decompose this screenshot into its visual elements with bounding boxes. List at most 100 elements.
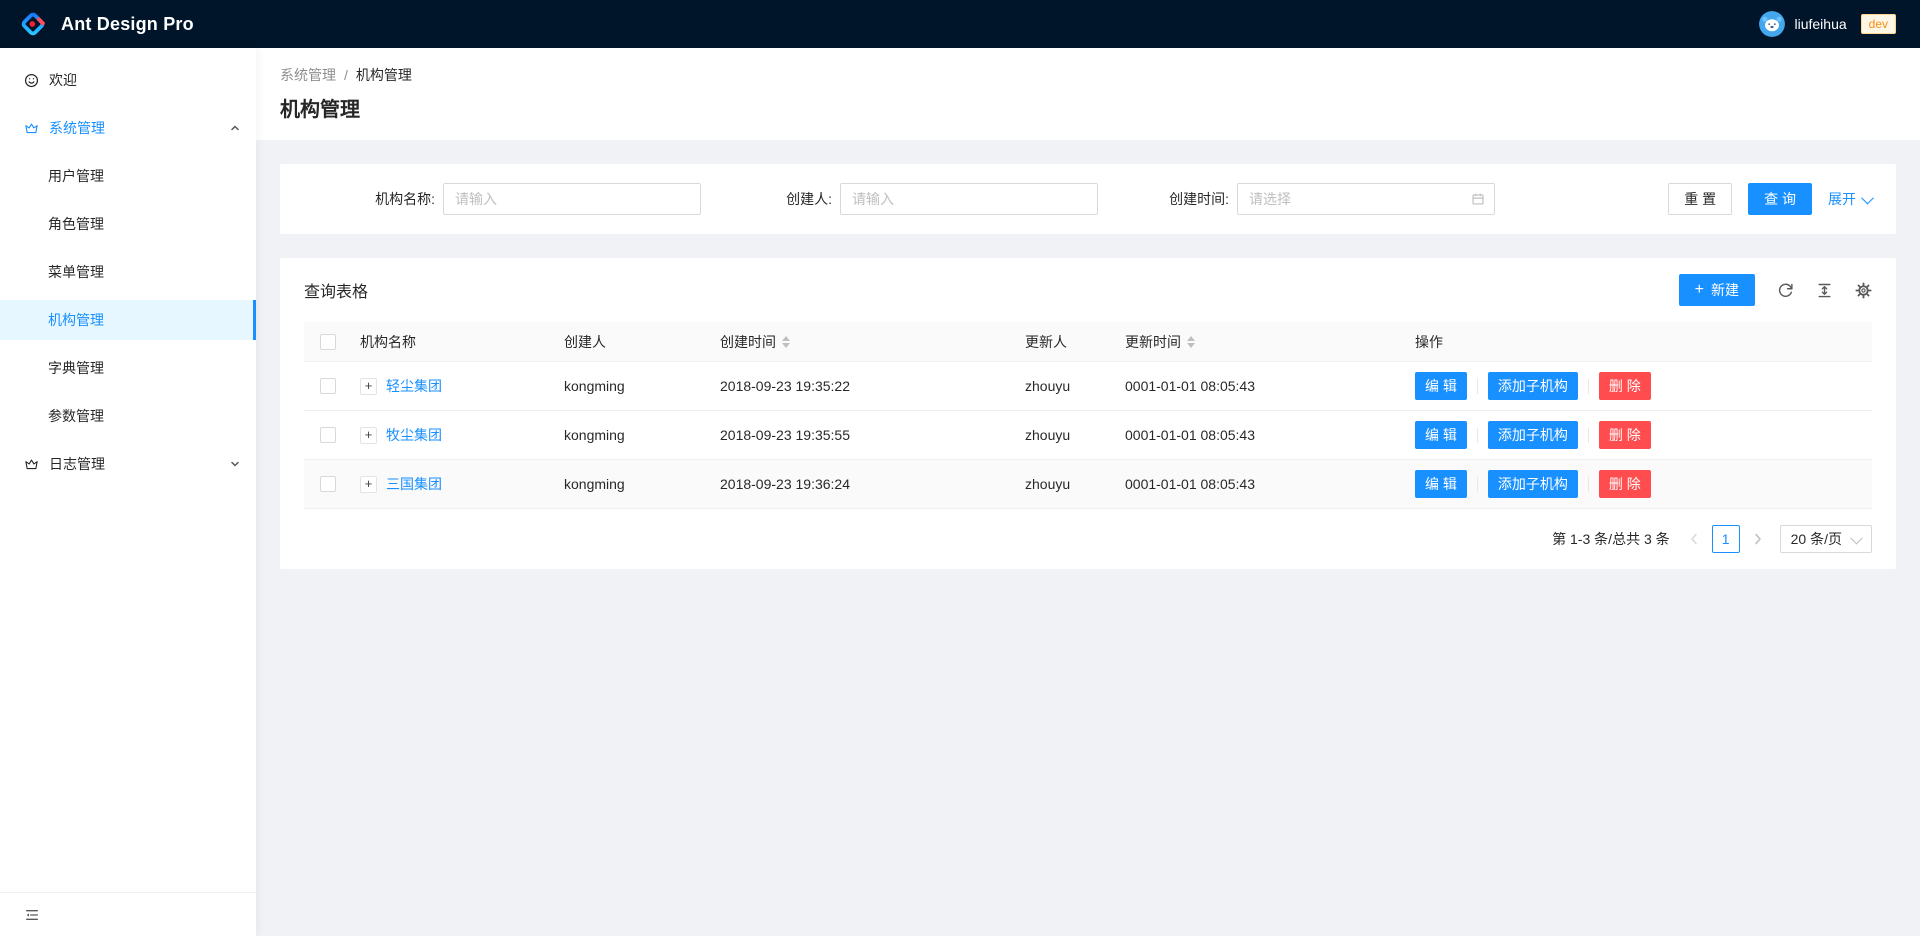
delete-button[interactable]: 删 除 bbox=[1599, 372, 1651, 400]
plus-icon: + bbox=[1695, 282, 1704, 298]
sidebar-collapse-trigger[interactable] bbox=[0, 892, 256, 936]
sidebar-item-dict-mgmt[interactable]: 字典管理 bbox=[0, 348, 256, 388]
pagination: 第 1-3 条/总共 3 条 1 20 条/页 bbox=[304, 525, 1872, 553]
sidebar-item-label: 欢迎 bbox=[49, 70, 77, 90]
add-child-org-button[interactable]: 添加子机构 bbox=[1488, 372, 1578, 400]
column-header-create-time: 创建时间 bbox=[712, 332, 1017, 352]
action-divider bbox=[1588, 379, 1589, 394]
search-form-card: 机构名称: 创建人: 创建时间: bbox=[280, 164, 1896, 234]
edit-button[interactable]: 编 辑 bbox=[1415, 470, 1467, 498]
action-cell: 编 辑 添加子机构 删 除 bbox=[1407, 421, 1872, 449]
select-all-checkbox[interactable] bbox=[320, 334, 336, 350]
create-time-label: 创建时间: bbox=[1169, 189, 1229, 209]
sidebar-item-menu-mgmt[interactable]: 菜单管理 bbox=[0, 252, 256, 292]
row-checkbox[interactable] bbox=[320, 427, 336, 443]
breadcrumb-item-system[interactable]: 系统管理 bbox=[280, 64, 336, 86]
sidebar-item-label: 字典管理 bbox=[48, 358, 104, 378]
org-name-input[interactable] bbox=[443, 183, 701, 215]
create-time-datepicker[interactable] bbox=[1237, 183, 1495, 215]
brand[interactable]: Ant Design Pro bbox=[18, 9, 194, 39]
new-button[interactable]: + 新建 bbox=[1679, 274, 1755, 306]
user-avatar[interactable] bbox=[1759, 11, 1785, 37]
delete-button[interactable]: 删 除 bbox=[1599, 421, 1651, 449]
add-child-org-button[interactable]: 添加子机构 bbox=[1488, 421, 1578, 449]
sidebar-item-role-mgmt[interactable]: 角色管理 bbox=[0, 204, 256, 244]
sidebar-item-org-mgmt[interactable]: 机构管理 bbox=[0, 300, 256, 340]
org-name-link[interactable]: 三国集团 bbox=[386, 474, 442, 494]
sidebar-item-param-mgmt[interactable]: 参数管理 bbox=[0, 396, 256, 436]
action-divider bbox=[1588, 428, 1589, 443]
sidebar-item-label: 角色管理 bbox=[48, 214, 104, 234]
action-divider bbox=[1477, 477, 1478, 492]
breadcrumb-item-current: 机构管理 bbox=[356, 64, 412, 86]
reset-button[interactable]: 重 置 bbox=[1668, 183, 1732, 215]
column-label: 创建时间 bbox=[720, 332, 776, 352]
form-item-org-name: 机构名称: bbox=[304, 183, 701, 215]
row-expand-button[interactable]: + bbox=[360, 378, 377, 395]
add-child-org-button[interactable]: 添加子机构 bbox=[1488, 470, 1578, 498]
reload-icon[interactable] bbox=[1777, 282, 1794, 299]
smile-icon bbox=[24, 73, 39, 88]
org-name-link[interactable]: 轻尘集团 bbox=[386, 376, 442, 396]
env-tag: dev bbox=[1861, 14, 1896, 34]
expand-label: 展开 bbox=[1828, 189, 1856, 209]
app-root: Ant Design Pro liufeihua dev bbox=[0, 0, 1920, 936]
form-item-create-time: 创建时间: bbox=[1098, 183, 1495, 215]
sidebar: 欢迎 系统管理 用户管理 角色管 bbox=[0, 48, 256, 936]
sort-control[interactable] bbox=[1187, 336, 1195, 348]
org-name-label: 机构名称: bbox=[375, 189, 435, 209]
edit-button[interactable]: 编 辑 bbox=[1415, 372, 1467, 400]
next-page-icon[interactable] bbox=[1744, 525, 1772, 553]
table-row: + 三国集团 kongming 2018-09-23 19:36:24 zhou… bbox=[304, 460, 1872, 509]
update-time-cell: 0001-01-01 08:05:43 bbox=[1117, 427, 1407, 443]
updater-cell: zhouyu bbox=[1017, 378, 1117, 394]
column-header-action: 操作 bbox=[1407, 332, 1872, 352]
creator-cell: kongming bbox=[556, 427, 712, 443]
edit-button[interactable]: 编 辑 bbox=[1415, 421, 1467, 449]
breadcrumb-separator: / bbox=[344, 64, 348, 86]
table-header-row: 机构名称 创建人 创建时间 更新人 更新时间 bbox=[304, 322, 1872, 362]
row-expand-button[interactable]: + bbox=[360, 427, 377, 444]
prev-page-icon[interactable] bbox=[1680, 525, 1708, 553]
page-header: 系统管理 / 机构管理 机构管理 bbox=[256, 48, 1920, 140]
action-cell: 编 辑 添加子机构 删 除 bbox=[1407, 470, 1872, 498]
org-name-link[interactable]: 牧尘集团 bbox=[386, 425, 442, 445]
column-header-update-time: 更新时间 bbox=[1117, 332, 1407, 352]
density-icon[interactable] bbox=[1816, 282, 1833, 299]
sort-control[interactable] bbox=[782, 336, 790, 348]
sidebar-submenu-system[interactable]: 系统管理 bbox=[0, 108, 256, 148]
pagination-total: 第 1-3 条/总共 3 条 bbox=[1552, 529, 1669, 549]
row-expand-button[interactable]: + bbox=[360, 476, 377, 493]
delete-button[interactable]: 删 除 bbox=[1599, 470, 1651, 498]
form-item-creator: 创建人: bbox=[701, 183, 1098, 215]
column-label: 操作 bbox=[1415, 332, 1443, 352]
page-size-select[interactable]: 20 条/页 bbox=[1780, 525, 1872, 553]
page-number-1[interactable]: 1 bbox=[1712, 525, 1740, 553]
sidebar-item-user-mgmt[interactable]: 用户管理 bbox=[0, 156, 256, 196]
chevron-down-icon bbox=[230, 459, 240, 469]
column-label: 创建人 bbox=[564, 332, 606, 352]
new-button-label: 新建 bbox=[1711, 280, 1739, 300]
row-checkbox[interactable] bbox=[320, 476, 336, 492]
row-checkbox[interactable] bbox=[320, 378, 336, 394]
chevron-up-icon bbox=[230, 123, 240, 133]
sidebar-item-label: 机构管理 bbox=[48, 310, 104, 330]
create-time-cell: 2018-09-23 19:35:22 bbox=[712, 378, 1017, 394]
ant-design-logo-icon bbox=[18, 9, 48, 39]
breadcrumb: 系统管理 / 机构管理 bbox=[280, 64, 1896, 86]
action-divider bbox=[1477, 428, 1478, 443]
column-header-creator: 创建人 bbox=[556, 332, 712, 352]
sidebar-item-welcome[interactable]: 欢迎 bbox=[0, 60, 256, 100]
page-size-label: 20 条/页 bbox=[1791, 529, 1842, 549]
create-time-input[interactable] bbox=[1237, 183, 1495, 215]
creator-input[interactable] bbox=[840, 183, 1098, 215]
search-button[interactable]: 查 询 bbox=[1748, 183, 1812, 215]
menu-fold-icon bbox=[24, 907, 40, 923]
expand-toggle[interactable]: 展开 bbox=[1828, 189, 1872, 209]
settings-gear-icon[interactable] bbox=[1855, 282, 1872, 299]
table-card-header: 查询表格 + 新建 bbox=[304, 274, 1872, 306]
sidebar-submenu-log[interactable]: 日志管理 bbox=[0, 444, 256, 484]
top-header: Ant Design Pro liufeihua dev bbox=[0, 0, 1920, 48]
username[interactable]: liufeihua bbox=[1794, 16, 1846, 32]
creator-cell: kongming bbox=[556, 378, 712, 394]
